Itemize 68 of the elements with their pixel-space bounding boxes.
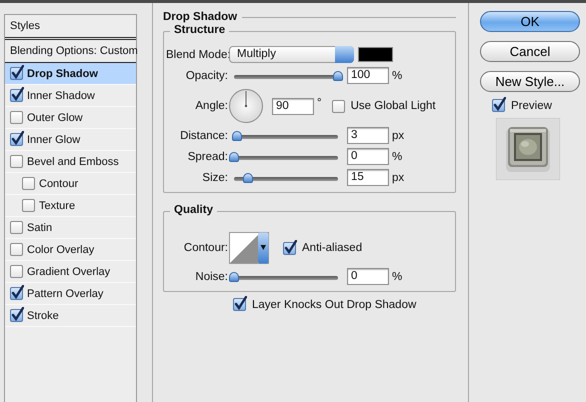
- style-list-item[interactable]: Gradient Overlay: [5, 261, 136, 283]
- unit-label: %: [392, 150, 402, 162]
- unit-label: %: [392, 70, 402, 82]
- input-field[interactable]: 15: [347, 169, 389, 186]
- checkbox[interactable]: [10, 309, 23, 322]
- checkbox[interactable]: [10, 89, 23, 102]
- blend-mode-dropdown[interactable]: Multiply: [229, 46, 354, 63]
- checkbox[interactable]: [10, 67, 23, 80]
- unit-label: px: [392, 130, 404, 142]
- checkbox[interactable]: [332, 100, 345, 112]
- field-label: Noise:: [194, 270, 228, 282]
- input-field[interactable]: 90: [272, 98, 314, 114]
- field-label: Spread:: [186, 150, 228, 162]
- button[interactable]: New Style...: [480, 71, 580, 92]
- slider-thumb[interactable]: [333, 70, 343, 80]
- style-list-item[interactable]: Color Overlay: [5, 239, 136, 261]
- style-list-item[interactable]: Inner Shadow: [5, 85, 136, 107]
- group-title: Quality: [170, 204, 217, 216]
- checkbox-label: Use Global Light: [350, 100, 436, 112]
- style-list-item[interactable]: Pattern Overlay: [5, 283, 136, 305]
- button[interactable]: Cancel: [480, 41, 580, 62]
- button[interactable]: OK: [480, 11, 580, 32]
- checkbox-label: Layer Knocks Out Drop Shadow: [252, 298, 416, 310]
- contour-picker[interactable]: [229, 232, 269, 264]
- section-title: Drop Shadow: [163, 11, 238, 23]
- unit-label: °: [317, 97, 322, 109]
- style-list-item[interactable]: Inner Glow: [5, 129, 136, 151]
- list-header: Styles: [5, 15, 136, 40]
- unit-label: %: [392, 270, 402, 282]
- field-label: Contour:: [182, 242, 228, 254]
- style-list-item[interactable]: Stroke: [5, 305, 136, 327]
- style-list-item[interactable]: Bevel and Emboss: [5, 151, 136, 173]
- checkbox-label: Anti-aliased: [302, 242, 362, 254]
- unit-label: px: [392, 172, 404, 184]
- color-swatch[interactable]: [358, 47, 393, 62]
- checkbox[interactable]: [10, 265, 23, 278]
- style-list-item[interactable]: Satin: [5, 217, 136, 239]
- slider-thumb[interactable]: [242, 172, 253, 182]
- checkbox[interactable]: [10, 155, 23, 168]
- input-field[interactable]: 3: [347, 127, 389, 144]
- style-list-item[interactable]: Outer Glow: [5, 107, 136, 129]
- checkbox[interactable]: [492, 99, 505, 112]
- field-label: Opacity:: [184, 70, 228, 82]
- checkbox[interactable]: [233, 298, 246, 311]
- field-label: Angle:: [194, 100, 228, 112]
- slider-thumb[interactable]: [232, 130, 242, 140]
- input-field[interactable]: 0: [347, 268, 389, 285]
- checkbox[interactable]: [22, 199, 35, 212]
- checkbox[interactable]: [22, 177, 35, 190]
- input-field[interactable]: 0: [347, 148, 389, 165]
- field-label: Distance:: [179, 130, 228, 142]
- checkbox-label: Preview: [511, 100, 552, 112]
- slider-thumb[interactable]: [229, 272, 239, 282]
- checkbox[interactable]: [10, 111, 23, 124]
- slider-thumb[interactable]: [229, 152, 239, 162]
- input-field[interactable]: 100: [347, 67, 389, 84]
- group-title: Structure: [170, 24, 230, 36]
- style-list-item[interactable]: Drop Shadow: [5, 63, 136, 85]
- field-label: Size:: [201, 172, 228, 184]
- checkbox[interactable]: [10, 243, 23, 256]
- checkbox[interactable]: [283, 242, 296, 254]
- style-list-item[interactable]: Contour: [5, 173, 136, 195]
- checkbox[interactable]: [10, 221, 23, 234]
- checkbox[interactable]: [10, 133, 23, 146]
- checkbox[interactable]: [10, 287, 23, 300]
- angle-dial[interactable]: [229, 89, 263, 123]
- field-label: Blend Mode:: [166, 48, 228, 60]
- style-list-item[interactable]: Texture: [5, 195, 136, 217]
